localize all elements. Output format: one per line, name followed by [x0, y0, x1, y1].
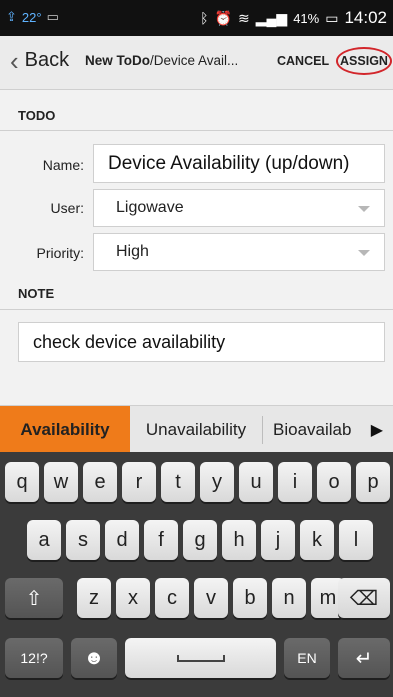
- emoji-key[interactable]: ☻: [71, 638, 117, 678]
- key-p[interactable]: p: [356, 462, 390, 502]
- breadcrumb-title: New ToDo: [85, 53, 150, 68]
- key-n[interactable]: n: [272, 578, 306, 618]
- smiley-icon: ☻: [83, 646, 105, 669]
- more-suggestions-icon[interactable]: ▶: [371, 420, 383, 440]
- breadcrumb: New ToDo/Device Avail...: [85, 53, 238, 68]
- cancel-button[interactable]: CANCEL: [277, 54, 329, 68]
- action-bar: ‹ Back New ToDo/Device Avail... CANCEL A…: [0, 36, 393, 90]
- user-select[interactable]: Ligowave: [93, 189, 385, 227]
- key-b[interactable]: b: [233, 578, 267, 618]
- key-h[interactable]: h: [222, 520, 256, 560]
- bluetooth-icon: ᛒ: [200, 10, 209, 26]
- suggestion-item[interactable]: Unavailability: [130, 406, 262, 453]
- battery-icon: ▭: [325, 9, 339, 26]
- back-label: Back: [24, 49, 70, 71]
- chevron-left-icon: ‹: [10, 45, 19, 76]
- suggestion-bar: Availability Unavailability Bioavailab ▶: [0, 405, 393, 453]
- enter-key[interactable]: ↵: [338, 638, 390, 678]
- key-f[interactable]: f: [144, 520, 178, 560]
- name-label: Name:: [42, 157, 84, 173]
- space-icon: [176, 654, 225, 662]
- key-i[interactable]: i: [278, 462, 312, 502]
- clock-text: 14:02: [344, 8, 387, 27]
- user-select-value: Ligowave: [116, 199, 184, 216]
- priority-select[interactable]: High: [93, 233, 385, 271]
- temperature-text: 22°: [21, 9, 42, 25]
- enter-icon: ↵: [355, 647, 373, 670]
- key-j[interactable]: j: [261, 520, 295, 560]
- shift-icon: ⇧: [25, 587, 43, 610]
- key-z[interactable]: z: [77, 578, 111, 618]
- suggestion-item[interactable]: Bioavailab: [263, 406, 363, 453]
- user-label: User:: [50, 200, 84, 216]
- space-key[interactable]: [125, 638, 276, 678]
- key-q[interactable]: q: [5, 462, 39, 502]
- key-e[interactable]: e: [83, 462, 117, 502]
- key-o[interactable]: o: [317, 462, 351, 502]
- dropdown-arrow-icon: [358, 250, 370, 256]
- note-divider: [0, 309, 393, 310]
- status-left: ⇪ 22° ▭: [6, 9, 59, 25]
- key-a[interactable]: a: [27, 520, 61, 560]
- wifi-icon: ≋: [238, 9, 250, 26]
- signal-icon: ▂▄▆: [255, 9, 288, 26]
- alarm-icon: ⏰: [214, 9, 232, 26]
- todo-section-title: TODO: [18, 108, 56, 123]
- note-section-title: NOTE: [18, 286, 55, 301]
- symbols-key[interactable]: 12!?: [5, 638, 63, 678]
- status-bar: ⇪ 22° ▭ ᛒ ⏰ ≋ ▂▄▆ 41% ▭ 14:02: [0, 0, 393, 36]
- keyboard: q w e r t y u i o p a s d f g h j k l ⇧ …: [0, 452, 393, 697]
- todo-divider: [0, 130, 393, 131]
- upload-icon: ⇪: [6, 9, 17, 24]
- key-c[interactable]: c: [155, 578, 189, 618]
- priority-select-value: High: [116, 243, 149, 260]
- key-s[interactable]: s: [66, 520, 100, 560]
- key-t[interactable]: t: [161, 462, 195, 502]
- shift-key[interactable]: ⇧: [5, 578, 63, 618]
- language-key[interactable]: EN: [284, 638, 330, 678]
- keyboard-notification-icon: ▭: [46, 9, 59, 24]
- key-y[interactable]: y: [200, 462, 234, 502]
- battery-percent: 41%: [293, 10, 320, 26]
- assign-button[interactable]: ASSIGN: [336, 47, 392, 75]
- key-u[interactable]: u: [239, 462, 273, 502]
- note-input[interactable]: check device availability: [18, 322, 385, 362]
- breadcrumb-sub: Device Avail...: [153, 53, 239, 68]
- status-right: ᛒ ⏰ ≋ ▂▄▆ 41% ▭ 14:02: [200, 8, 387, 28]
- key-v[interactable]: v: [194, 578, 228, 618]
- key-x[interactable]: x: [116, 578, 150, 618]
- key-d[interactable]: d: [105, 520, 139, 560]
- key-w[interactable]: w: [44, 462, 78, 502]
- backspace-key[interactable]: ⌫: [338, 578, 390, 618]
- suggestion-item[interactable]: Availability: [0, 406, 130, 453]
- key-r[interactable]: r: [122, 462, 156, 502]
- backspace-icon: ⌫: [349, 587, 379, 610]
- key-l[interactable]: l: [339, 520, 373, 560]
- priority-label: Priority:: [36, 245, 84, 261]
- name-input[interactable]: Device Availability (up/down): [93, 144, 385, 183]
- back-button[interactable]: ‹ Back: [10, 45, 70, 76]
- key-k[interactable]: k: [300, 520, 334, 560]
- dropdown-arrow-icon: [358, 206, 370, 212]
- key-g[interactable]: g: [183, 520, 217, 560]
